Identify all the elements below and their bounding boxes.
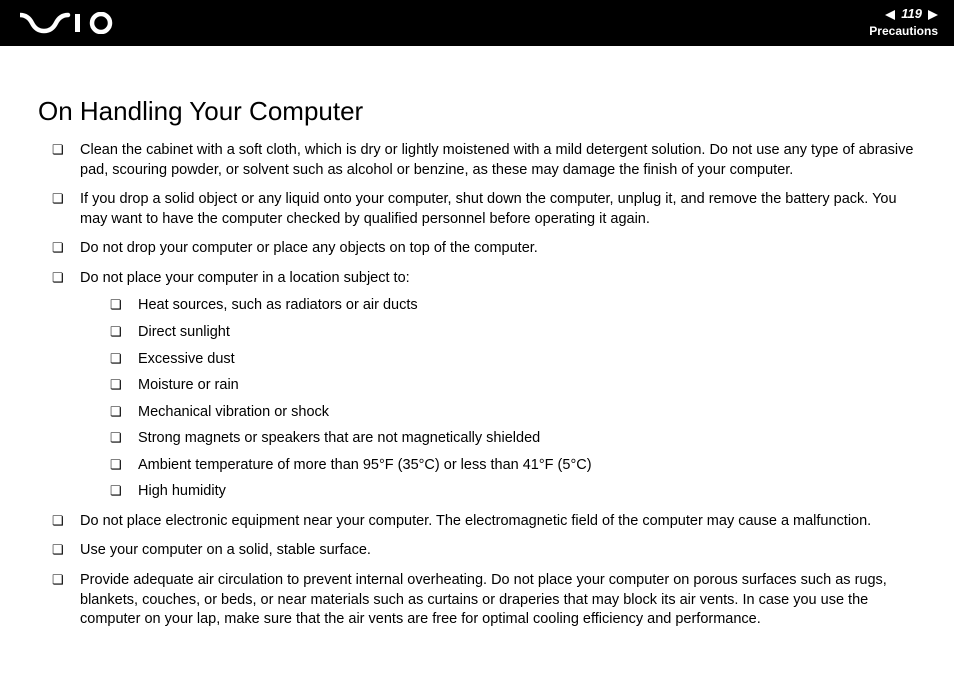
- list-item: Mechanical vibration or shock: [110, 403, 916, 423]
- list-item-text: Do not place your computer in a location…: [80, 270, 410, 286]
- main-bullet-list: Clean the cabinet with a soft cloth, whi…: [38, 141, 916, 630]
- list-item: Use your computer on a solid, stable sur…: [52, 541, 916, 561]
- section-label: Precautions: [869, 24, 938, 40]
- list-item: Moisture or rain: [110, 376, 916, 396]
- list-item: Strong magnets or speakers that are not …: [110, 429, 916, 449]
- list-item: Do not drop your computer or place any o…: [52, 239, 916, 259]
- list-item: Excessive dust: [110, 350, 916, 370]
- list-item: Do not place your computer in a location…: [52, 269, 916, 502]
- page-navigation: 119: [869, 6, 938, 23]
- list-item: Heat sources, such as radiators or air d…: [110, 296, 916, 316]
- header-bar: 119 Precautions: [0, 0, 954, 46]
- vaio-logo-svg: [20, 12, 118, 34]
- list-item: If you drop a solid object or any liquid…: [52, 190, 916, 229]
- page-number: 119: [899, 6, 924, 23]
- prev-page-arrow-icon[interactable]: [885, 10, 895, 20]
- list-item: Clean the cabinet with a soft cloth, whi…: [52, 141, 916, 180]
- header-right: 119 Precautions: [869, 6, 938, 39]
- nested-bullet-list: Heat sources, such as radiators or air d…: [80, 296, 916, 502]
- page-content: On Handling Your Computer Clean the cabi…: [0, 46, 954, 630]
- vaio-logo: [20, 12, 118, 34]
- list-item: High humidity: [110, 482, 916, 502]
- list-item: Provide adequate air circulation to prev…: [52, 571, 916, 630]
- list-item: Direct sunlight: [110, 323, 916, 343]
- list-item: Ambient temperature of more than 95°F (3…: [110, 456, 916, 476]
- list-item: Do not place electronic equipment near y…: [52, 512, 916, 532]
- next-page-arrow-icon[interactable]: [928, 10, 938, 20]
- page-title: On Handling Your Computer: [38, 96, 916, 127]
